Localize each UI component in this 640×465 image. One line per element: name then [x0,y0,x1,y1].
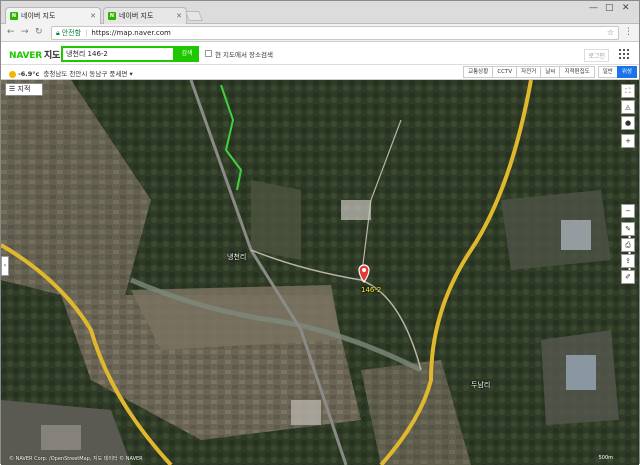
weather-widget[interactable]: -6.9°c 충청남도 천안시 동남구 풍세면 ▾ [9,68,133,78]
close-tab-icon[interactable]: ✕ [176,12,182,20]
naver-header: NAVER 지도 냉천리 146-2 검색 현 지도에서 장소검색 로그인 [1,43,639,65]
edit-icon[interactable]: ✐ [621,270,635,284]
map-tools: 교통상황 CCTV 자전거 날씨 지적편집도 일반 위성 [463,66,637,78]
map-copyright: © NAVER Corp. /OpenStreetMap, 지도 데이터 © N… [9,456,143,462]
new-tab-button[interactable] [185,11,203,21]
naver-favicon-icon: N [10,12,18,20]
naver-wordmark: NAVER [9,51,42,61]
tab-naver-map-1[interactable]: N 네이버 지도 ✕ [5,7,101,24]
place-label-right: 두남리 [471,381,491,389]
minimize-button[interactable]: — [589,3,598,13]
lock-icon: 🔒︎ [56,28,60,37]
layer-toggle-button[interactable]: ☰ 지적 [5,83,43,96]
search-in-map-label: 현 지도에서 장소검색 [215,51,273,59]
map-wordmark: 지도 [43,51,61,61]
tool-cctv[interactable]: CCTV [492,66,518,78]
login-button[interactable]: 로그인 [584,49,609,62]
address-separator: | [85,29,88,37]
browser-window: N 네이버 지도 ✕ N 네이버 지도 ✕ — □ ✕ ← → ↻ 🔒︎ 안전함… [0,0,640,465]
sun-icon [9,70,16,78]
tab-title: 네이버 지도 [119,12,154,20]
maptype-satellite[interactable]: 위성 [616,66,637,78]
tool-cadastral[interactable]: 지적편집도 [559,66,595,78]
bookmark-star-icon[interactable]: ☆ [607,28,614,37]
forward-icon[interactable]: → [21,27,29,37]
measure-distance-icon[interactable]: ✎ [621,222,635,236]
tool-traffic[interactable]: 교통상황 [463,66,494,78]
sidebar-toggle-handle[interactable]: ‹ [1,256,9,276]
url-text: https://map.naver.com [91,29,171,37]
naver-favicon-icon: N [108,12,116,20]
tool-bicycle[interactable]: 자전거 [516,66,542,78]
street-view-icon[interactable]: ● [621,116,635,130]
maximize-button[interactable]: □ [605,3,614,13]
browser-menu-icon[interactable]: ⋮ [624,27,633,37]
search-button[interactable]: 검색 [175,46,199,62]
search-input[interactable]: 냉천리 146-2 [61,46,175,62]
reload-icon[interactable]: ↻ [35,27,43,37]
apps-grid-icon[interactable] [619,49,629,59]
weather-temp: -6.9°c [18,70,40,78]
zoom-out-button[interactable]: − [621,204,635,218]
back-icon[interactable]: ← [7,27,15,37]
tab-naver-map-2[interactable]: N 네이버 지도 ✕ [103,7,187,24]
satellite-imagery [1,80,639,465]
tab-title: 네이버 지도 [21,12,56,20]
tool-weather[interactable]: 날씨 [540,66,561,78]
maptype-normal[interactable]: 일반 [597,66,618,78]
secure-label: 안전함 [61,29,82,37]
address-bar[interactable]: 🔒︎ 안전함 | https://map.naver.com ☆ [51,26,619,40]
map-scale: 500m [598,455,613,461]
weather-location: 충청남도 천안시 동남구 풍세면 [43,70,128,78]
fullscreen-icon[interactable]: ⛶ [621,84,635,98]
satellite-map[interactable]: ☰ 지적 ‹ 냉천리 두남리 146-2 ⛶ ◬ ● + − ✎ ⎙ ⇪ ✐ ©… [1,80,639,465]
browser-toolbar: ← → ↻ 🔒︎ 안전함 | https://map.naver.com ☆ ⋮ [1,24,639,42]
zoom-in-button[interactable]: + [621,134,635,148]
search-in-map-checkbox[interactable] [205,50,212,57]
naver-map-logo[interactable]: NAVER 지도 [9,48,60,61]
tab-strip: N 네이버 지도 ✕ N 네이버 지도 ✕ — □ ✕ [1,1,639,24]
compass-icon[interactable]: ◬ [621,100,635,114]
map-subbar: -6.9°c 충청남도 천안시 동남구 풍세면 ▾ 교통상황 CCTV 자전거 … [1,65,639,80]
marker-label: 146-2 [361,286,382,294]
close-tab-icon[interactable]: ✕ [90,12,96,20]
close-window-button[interactable]: ✕ [622,3,630,13]
share-icon[interactable]: ⇪ [621,254,635,268]
chevron-down-icon[interactable]: ▾ [129,70,132,78]
print-icon[interactable]: ⎙ [621,238,635,252]
place-label-center: 냉천리 [227,253,247,261]
